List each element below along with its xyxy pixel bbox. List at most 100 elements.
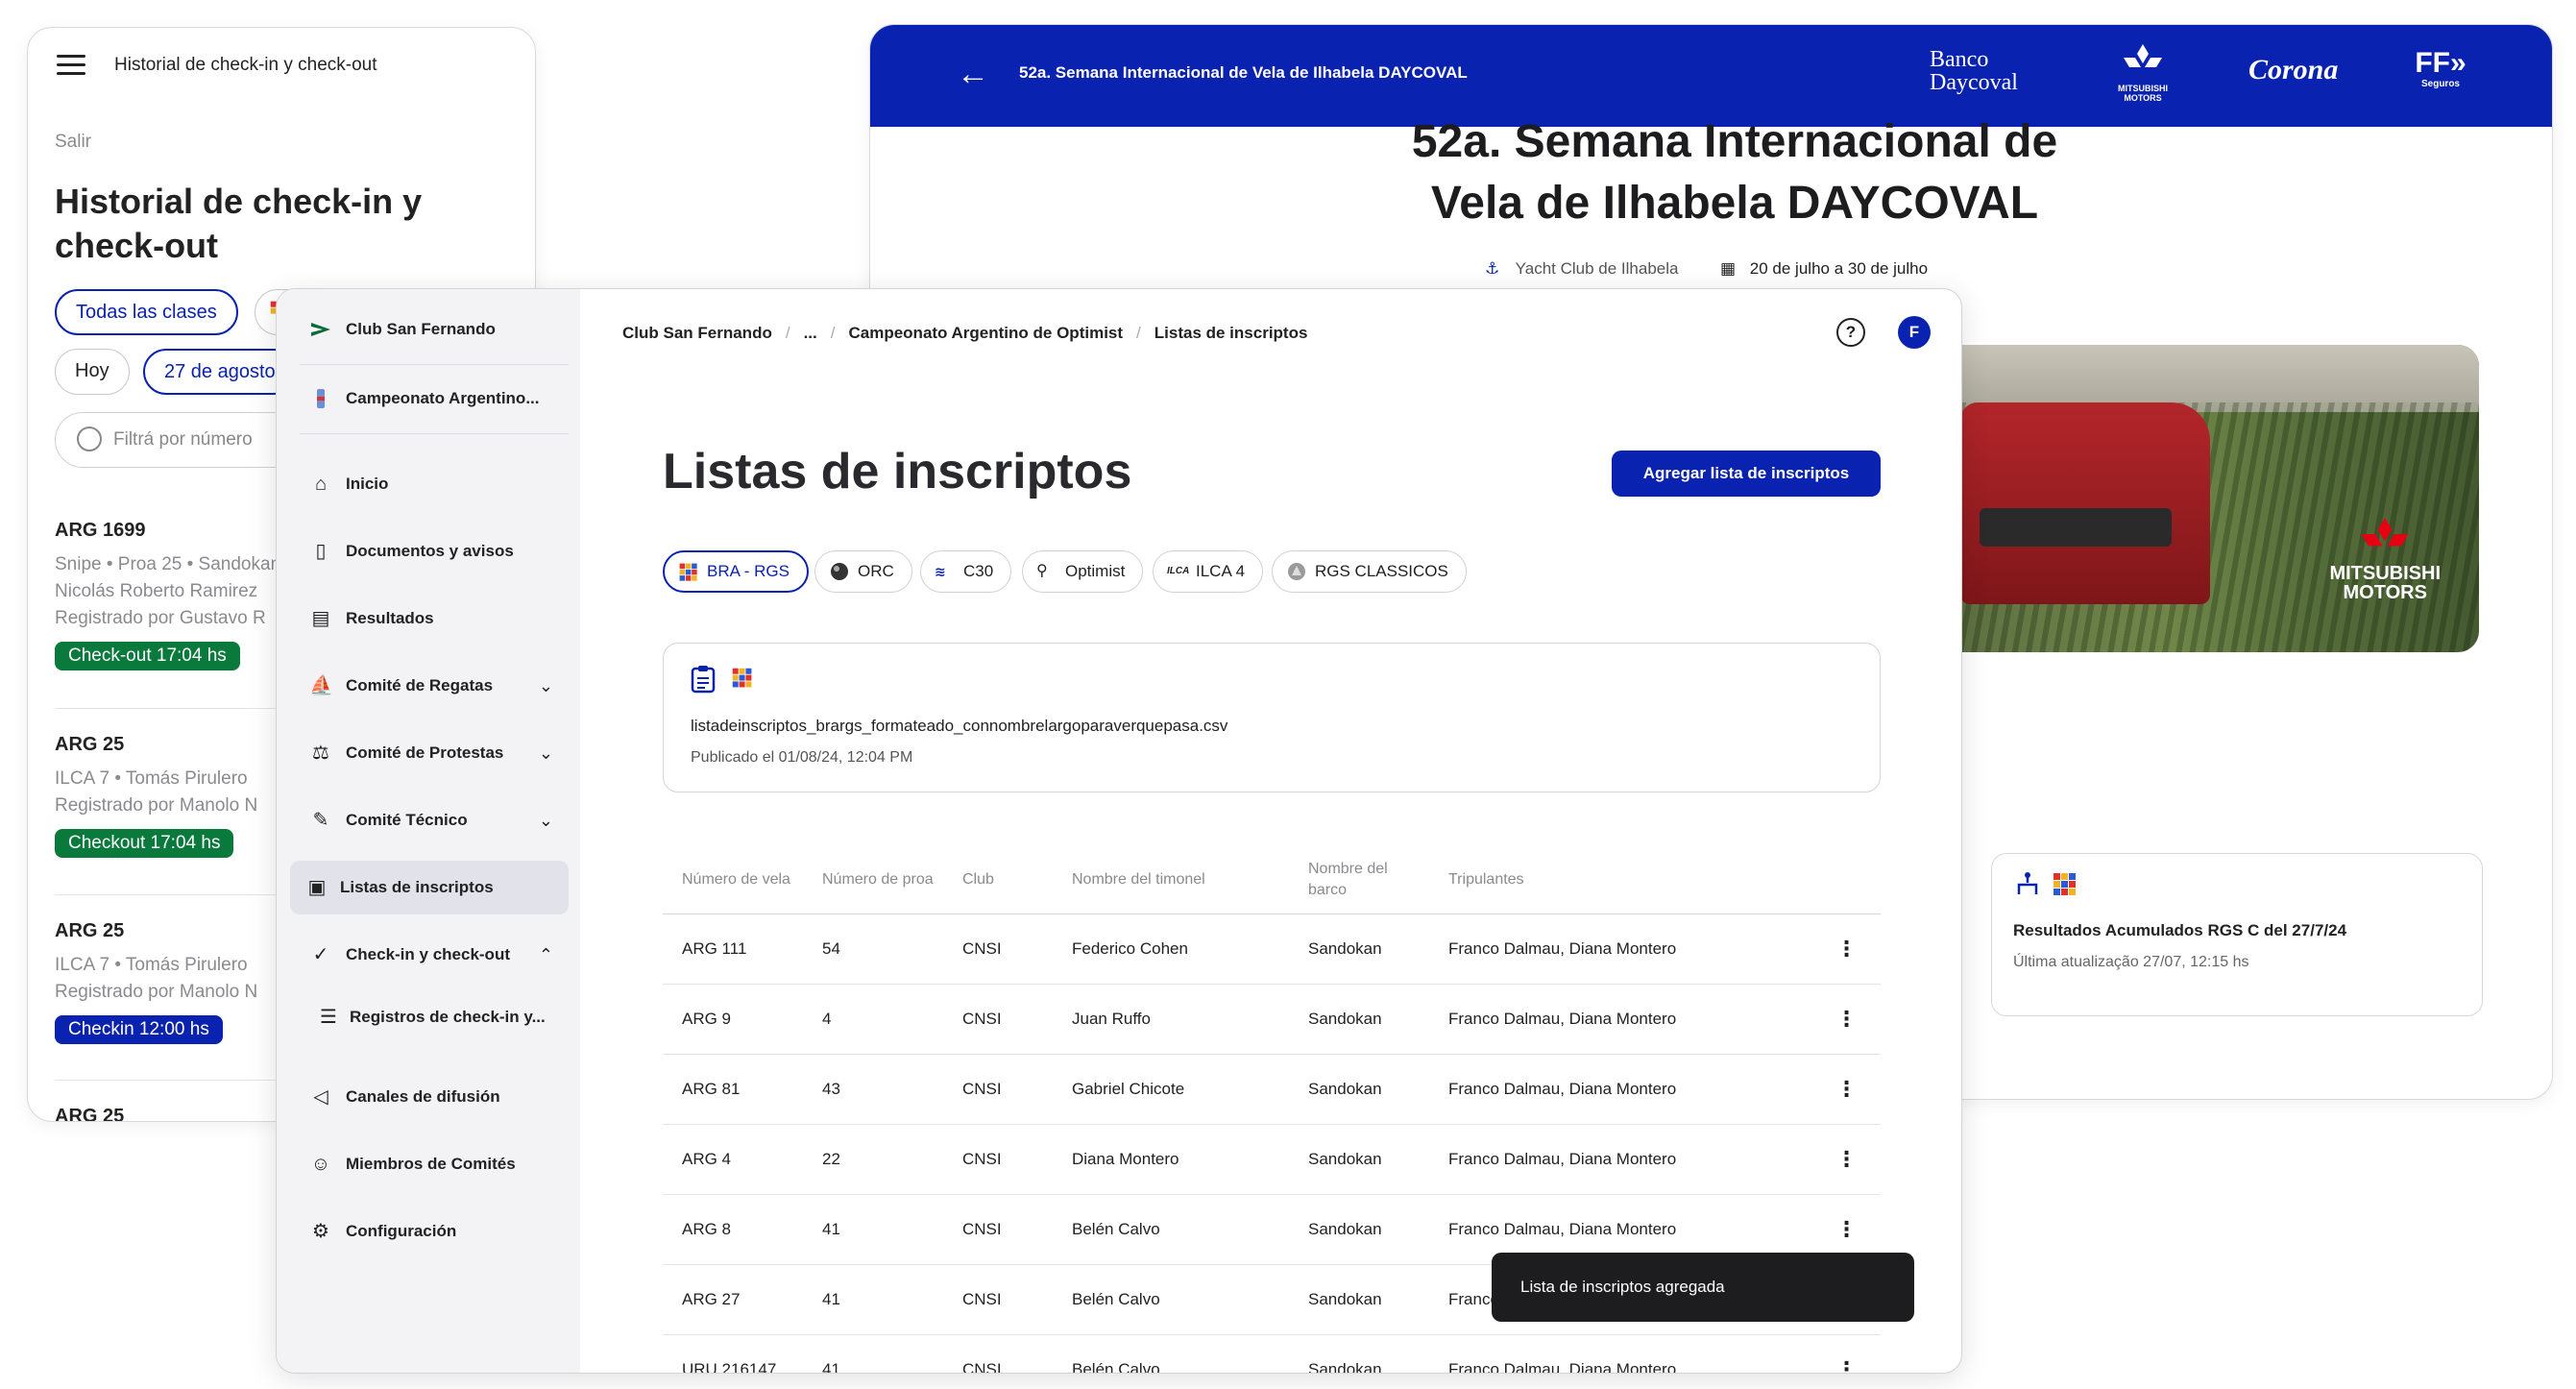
chevron-down-icon: ⌄ [538,743,553,763]
col-actions [1794,846,1881,914]
sponsor-corona-logo: Corona [2248,54,2339,85]
col-bow-number[interactable]: Número de proa [803,846,943,914]
sidebar-championship[interactable]: Campeonato Argentino... [290,372,569,426]
col-sail-number[interactable]: Número de vela [663,846,803,914]
add-entry-list-button[interactable]: Agregar lista de inscriptos [1612,451,1881,497]
class-flag-icon [2054,873,2076,895]
tab-class-bra-rgs[interactable]: BRA - RGS [663,550,809,593]
table-header-row: Número de vela Número de proa Club Nombr… [663,846,1881,914]
page-title: Historial de check-in y check-out [55,182,423,265]
double-check-icon: ✓ [312,944,329,965]
breadcrumb-current: Listas de inscriptos [1154,324,1308,342]
c30-logo-icon: ≋ [935,564,946,579]
result-title: Resultados Acumulados RGS C del 27/7/24 [2013,921,2347,939]
sidebar-item-registros[interactable]: ☰ Registros de check-in y... [290,990,569,1044]
result-updated: Última atualização 27/07, 12:15 hs [2013,954,2249,970]
breadcrumb-club[interactable]: Club San Fernando [622,324,772,342]
table-row[interactable]: ARG 111 54 CNSI Federico Cohen Sandokan Franc… [663,914,1881,985]
more-options-icon[interactable]: ⋮ [1794,1334,1881,1373]
search-icon [77,426,102,451]
sponsor-ff-seguros-logo: FF» Seguros [2415,47,2467,90]
tab-class-c30[interactable]: ≋ C30 [920,550,1012,593]
club-pennant-icon [309,318,332,341]
sidebar-item-documentos[interactable]: ▯ Documentos y avisos [290,524,569,578]
col-club[interactable]: Club [943,846,1053,914]
back-arrow-icon[interactable]: ← [957,58,989,90]
event-dates: ▦ 20 de julho a 30 de julho [1720,259,1929,278]
status-badge: Checkin 12:00 hs [55,1015,223,1044]
tab-class-rgs-classicos[interactable]: RGS CLASSICOS [1272,550,1467,593]
header-title: Historial de check-in y check-out [114,55,377,75]
list-lines-icon: ☰ [320,1007,337,1028]
col-helm-name[interactable]: Nombre del timonel [1053,846,1289,914]
table-row[interactable]: ARG 9 4 CNSI Juan Ruffo Sandokan Franco Dalma… [663,984,1881,1055]
col-crew[interactable]: Tripulantes [1429,846,1794,914]
megaphone-icon: ◁ [313,1086,328,1108]
results-sheet-icon: ▤ [311,608,330,629]
page-title: Listas de inscriptos [663,444,1132,500]
chip-today[interactable]: Hoy [55,349,130,395]
sidebar-item-resultados[interactable]: ▤ Resultados [290,592,569,646]
col-boat-name[interactable]: Nombre del barco [1289,846,1429,914]
mitsubishi-diamonds-icon [2124,44,2162,67]
sidebar-club[interactable]: Club San Fernando [290,303,569,356]
chevron-down-icon: ⌄ [538,811,553,830]
breadcrumb-championship[interactable]: Campeonato Argentino de Optimist [848,324,1123,342]
sidebar-item-comite-protestas[interactable]: ⚖ Comité de Protestas ⌄ [290,726,569,780]
breadcrumb-ellipsis[interactable]: ... [804,324,817,342]
table-row[interactable]: ARG 4 22 CNSI Diana Montero Sandokan Franco D… [663,1124,1881,1195]
avatar[interactable]: F [1898,316,1931,349]
clipboard-icon [691,666,716,694]
sidebar-item-miembros[interactable]: ☺ Miembros de Comités [290,1137,569,1191]
more-options-icon[interactable]: ⋮ [1794,984,1881,1055]
more-options-icon[interactable]: ⋮ [1794,1124,1881,1195]
more-options-icon[interactable]: ⋮ [1794,914,1881,985]
sidebar-item-canales[interactable]: ◁ Canales de difusión [290,1070,569,1124]
sidebar-item-inicio[interactable]: ⌂ Inicio [290,457,569,511]
help-icon[interactable]: ? [1836,318,1865,347]
file-name: listadeinscriptos_brargs_formateado_conn… [691,717,1228,735]
event-heading: 52a. Semana Internacional de Vela de Ilh… [1411,116,2058,229]
scales-icon: ⚖ [312,743,329,764]
tab-class-optimist[interactable]: ⚲ Optimist [1022,550,1144,593]
sponsor-banco-daycoval-logo: Banco Daycoval [1930,47,2018,95]
sidebar-item-listas[interactable]: ▣ Listas de inscriptos [290,861,569,914]
tab-class-ilca4[interactable]: ILCA ILCA 4 [1153,550,1264,593]
breadcrumb: Club San Fernando /... / Campeonato Argenti… [622,324,1308,342]
file-card[interactable]: listadeinscriptos_brargs_formateado_conn… [663,643,1881,792]
result-card[interactable]: Resultados Acumulados RGS C del 27/7/24 … [1991,853,2483,1016]
chevron-down-icon: ⌄ [538,676,553,695]
event-club: ⚓ Yacht Club de Ilhabela [1485,259,1679,278]
sponsor-mitsubishi-logo: MITSUBISHI MOTORS [2104,44,2181,103]
mitsubishi-diamonds-icon [2361,518,2409,547]
sponsor-banner-image: MITSUBISHI MOTORS [1960,345,2479,652]
home-icon: ⌂ [314,474,328,495]
tab-class-orc[interactable]: ORC [814,550,912,593]
entry-lists-window: Club San Fernando Campeonato Argentino..… [276,288,1962,1374]
truck-illustration [1960,402,2210,604]
event-top-title: 52a. Semana Internacional de Vela de Ilh… [1019,63,1468,82]
yacht-club-icon: ⚓ [1485,259,1500,278]
chip-all-classes[interactable]: Todas las clases [55,289,238,335]
toast-notification: Lista de inscriptos agregada [1492,1253,1914,1322]
sidebar-item-comite-tecnico[interactable]: ✎ Comité Técnico ⌄ [290,793,569,847]
gear-icon: ⚙ [312,1221,329,1242]
sidebar-item-comite-regatas[interactable]: ⛵ Comité de Regatas ⌄ [290,659,569,713]
table-row[interactable]: ARG 81 43 CNSI Gabriel Chicote Sandokan Franc… [663,1054,1881,1125]
championship-logo-icon [309,387,332,410]
menu-icon[interactable] [57,55,85,78]
status-badge: Checkout 17:04 hs [55,829,234,858]
banner-mitsubishi-logo: MITSUBISHI MOTORS [2329,518,2441,602]
file-published-date: Publicado el 01/08/24, 12:04 PM [691,749,913,766]
sidebar-item-configuracion[interactable]: ⚙ Configuración [290,1205,569,1258]
sidebar: Club San Fernando Campeonato Argentino..… [277,289,580,1373]
people-icon: ☺ [310,1154,331,1175]
table-row[interactable]: URU 216147 41 CNSI Belén Calvo Sandokan Franc… [663,1334,1881,1373]
more-options-icon[interactable]: ⋮ [1794,1054,1881,1125]
location-pin-icon: ⚲ [1036,563,1048,579]
chip-date[interactable]: 27 de agosto [143,349,297,395]
sidebar-item-checkin[interactable]: ✓ Check-in y check-out ⌃ [290,928,569,982]
exit-link[interactable]: Salir [55,132,91,153]
rgs-flag-icon [679,563,697,581]
rgs-classicos-logo-icon [1288,563,1305,580]
